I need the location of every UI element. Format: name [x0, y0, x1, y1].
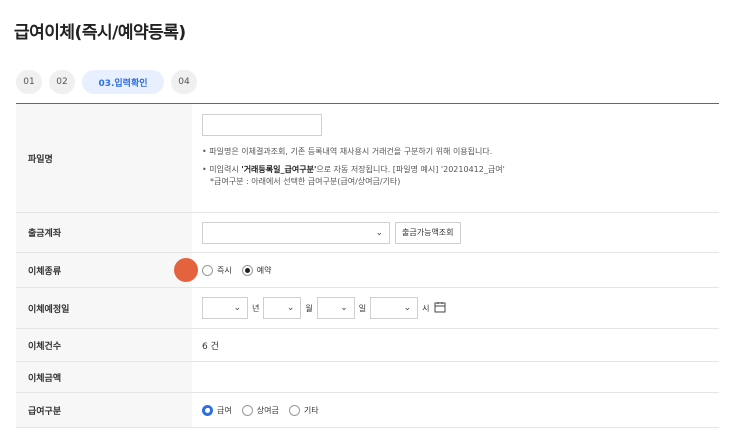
chevron-down-icon: ⌄	[340, 303, 348, 313]
day-unit: 일	[358, 303, 367, 313]
account-row: 출금계좌 ⌄ 출금가능액조회	[16, 213, 719, 253]
file-note-2-post: 으로 자동 저장됩니다. [파일명 예시] '20210412_급여'	[316, 165, 505, 174]
month-unit: 월	[305, 303, 313, 313]
transfer-amount-row: 이체금액	[16, 362, 719, 393]
radio-scheduled[interactable]	[241, 264, 253, 276]
step-04: 04	[171, 70, 197, 94]
step-03-current: 03.입력확인	[82, 70, 164, 94]
transfer-amount-value	[192, 362, 719, 392]
scheduled-date-label: 이체예정일	[16, 288, 192, 328]
kind-option-other-label: 기타	[303, 405, 319, 415]
file-note-2-bold: '거래등록일_급여구분'	[241, 165, 317, 174]
month-select[interactable]: ⌄	[263, 297, 302, 319]
scheduled-date-row: 이체예정일 ⌄ 년 ⌄ 월 ⌄ 일 ⌄ 시	[16, 288, 719, 329]
file-note-2: • 미입력시 '거래등록일_급여구분'으로 자동 저장됩니다. [파일명 예시]…	[202, 164, 505, 188]
kind-option-salary-label: 급여	[217, 405, 232, 415]
file-name-notes: • 파일명은 이체결과조회, 기존 등록내역 재사용시 거래건을 구분하기 위해…	[202, 146, 505, 194]
file-note-2-pre: • 미입력시	[202, 165, 242, 174]
cursor-marker	[174, 258, 198, 282]
kind-option-salary[interactable]: 급여	[202, 404, 232, 416]
radio-bonus[interactable]	[241, 404, 253, 416]
year-unit: 년	[252, 303, 260, 313]
calendar-icon[interactable]	[434, 301, 446, 316]
hour-unit: 시	[422, 303, 430, 313]
kind-option-other[interactable]: 기타	[288, 404, 319, 416]
step-01: 01	[16, 70, 42, 94]
transfer-type-row: 이체종류 즉시 예약	[16, 253, 719, 288]
type-option-immediate[interactable]: 즉시	[202, 264, 232, 276]
radio-other[interactable]	[288, 404, 300, 416]
page-title: 급여이체(즉시/예약등록)	[14, 23, 186, 43]
chevron-down-icon: ⌄	[233, 303, 241, 313]
type-option-scheduled-label: 예약	[256, 265, 272, 275]
kind-option-bonus-label: 상여금	[256, 405, 279, 415]
type-option-scheduled[interactable]: 예약	[241, 264, 272, 276]
radio-salary[interactable]	[202, 404, 213, 416]
salary-kind-row: 급여구분 급여 상여금 기타	[16, 393, 719, 428]
file-note-3: *급여구분 : 아래에서 선택한 급여구분(급여/상여금/기타)	[210, 177, 401, 186]
hour-select[interactable]: ⌄	[370, 297, 419, 319]
account-select[interactable]: ⌄	[202, 221, 390, 244]
transfer-type-label: 이체종류	[16, 253, 192, 287]
step-indicator: 01 02 03.입력확인 04	[16, 70, 197, 94]
transfer-amount-label: 이체금액	[16, 362, 192, 392]
chevron-down-icon: ⌄	[403, 303, 412, 313]
file-name-label: 파일명	[16, 104, 192, 212]
account-label: 출금계좌	[16, 213, 192, 252]
file-name-row: 파일명 • 파일명은 이체결과조회, 기존 등록내역 재사용시 거래건을 구분하…	[16, 104, 719, 213]
transfer-count-value: 6 건	[202, 341, 219, 352]
file-name-input[interactable]	[202, 114, 322, 136]
chevron-down-icon: ⌄	[286, 303, 295, 313]
step-02: 02	[49, 70, 75, 94]
radio-immediate[interactable]	[202, 264, 213, 276]
balance-inquiry-button[interactable]: 출금가능액조회	[395, 221, 461, 244]
transfer-count-label: 이체건수	[16, 329, 192, 361]
kind-option-bonus[interactable]: 상여금	[241, 404, 279, 416]
salary-kind-label: 급여구분	[16, 393, 192, 427]
day-select[interactable]: ⌄	[316, 297, 355, 319]
year-select[interactable]: ⌄	[202, 297, 248, 319]
file-note-1: • 파일명은 이체결과조회, 기존 등록내역 재사용시 거래건을 구분하기 위해…	[202, 147, 493, 156]
transfer-count-row: 이체건수 6 건	[16, 329, 719, 362]
type-option-immediate-label: 즉시	[217, 265, 232, 275]
transfer-form: 파일명 • 파일명은 이체결과조회, 기존 등록내역 재사용시 거래건을 구분하…	[16, 103, 719, 428]
chevron-down-icon: ⌄	[375, 227, 383, 238]
